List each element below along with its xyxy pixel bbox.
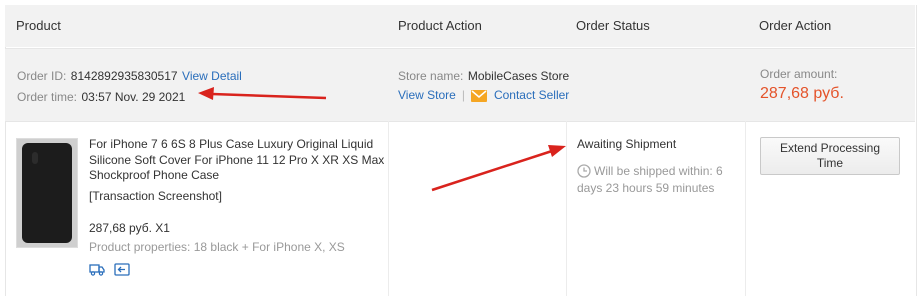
- red-arrow-status: [431, 145, 566, 192]
- red-arrow-order-time: [198, 87, 327, 100]
- annotation-arrows: [198, 87, 566, 192]
